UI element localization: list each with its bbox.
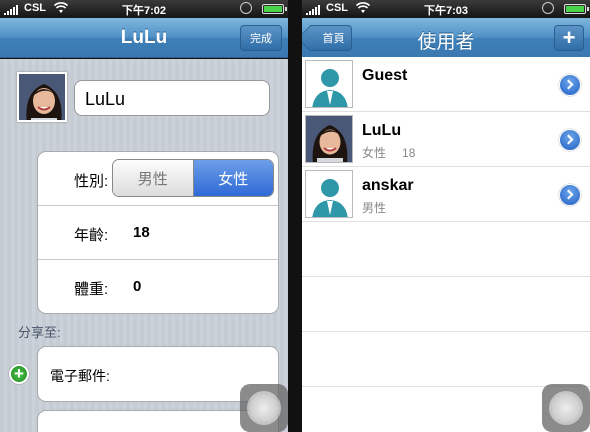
detail-disclosure-icon[interactable]: [559, 129, 581, 151]
page-title: 使用者: [417, 32, 475, 53]
user-name: Guest: [362, 67, 408, 84]
user-gender: 男性: [362, 201, 387, 215]
profile-group: 性別: 男性 女性 年齡: 18 體重: 0: [37, 151, 279, 314]
status-bar: CSL 下午7:02: [0, 0, 288, 18]
name-input[interactable]: LuLu: [74, 80, 270, 116]
age-value[interactable]: 18: [133, 224, 150, 241]
user-photo[interactable]: [17, 72, 67, 122]
gender-label: 性別:: [74, 173, 109, 190]
rotation-lock-icon: [542, 2, 554, 14]
weight-row[interactable]: 體重: 0: [38, 260, 278, 314]
battery-icon: [564, 4, 589, 14]
assistive-touch-button[interactable]: [240, 384, 288, 432]
nav-bar: 首頁 使用者 +: [302, 18, 590, 58]
weight-value[interactable]: 0: [133, 278, 141, 295]
silhouette-icon: [305, 170, 353, 218]
silhouette-icon: [305, 60, 353, 108]
users-list-screen: CSL 下午7:03 首頁 使用者 + Guest LuLu 女性 18 ans…: [302, 0, 590, 432]
age-row[interactable]: 年齡: 18: [38, 206, 278, 260]
user-photo: [305, 115, 353, 163]
detail-disclosure-icon[interactable]: [559, 74, 581, 96]
face-photo-icon: [306, 116, 352, 162]
email-label: 電子郵件:: [50, 368, 110, 384]
weight-label: 體重:: [74, 281, 109, 298]
status-bar: CSL 下午7:03: [302, 0, 590, 18]
empty-row: [302, 277, 590, 332]
age-label: 年齡:: [74, 227, 109, 244]
user-name: LuLu: [362, 122, 402, 139]
gender-segmented-control[interactable]: 男性 女性: [112, 159, 274, 197]
rotation-lock-icon: [240, 2, 252, 14]
empty-row: [302, 332, 590, 387]
nav-bar: LuLu 完成: [0, 18, 288, 58]
add-user-button[interactable]: +: [554, 25, 584, 51]
empty-row: [302, 222, 590, 277]
user-details: 男性: [362, 199, 386, 216]
gender-option-female[interactable]: 女性: [193, 160, 273, 196]
gender-option-male[interactable]: 男性: [113, 160, 194, 196]
detail-disclosure-icon[interactable]: [559, 184, 581, 206]
user-gender: 女性: [362, 146, 387, 160]
user-row-anskar[interactable]: anskar 男性: [302, 167, 590, 222]
user-row-lulu[interactable]: LuLu 女性 18: [302, 112, 590, 167]
user-row-guest[interactable]: Guest: [302, 57, 590, 112]
face-photo-icon: [19, 74, 65, 120]
share-section-label: 分享至:: [18, 325, 61, 340]
add-share-icon[interactable]: +: [9, 364, 29, 384]
battery-icon: [262, 4, 287, 14]
edit-user-screen: CSL 下午7:02 LuLu 完成 LuLu 性別: 男性 女性 年齡: 18…: [0, 0, 288, 432]
user-details: 女性 18: [362, 144, 415, 161]
done-button[interactable]: 完成: [240, 25, 282, 51]
assistive-touch-button[interactable]: [542, 384, 590, 432]
user-name: anskar: [362, 177, 414, 194]
gender-row: 性別: 男性 女性: [38, 152, 278, 206]
user-age: 18: [402, 146, 416, 160]
